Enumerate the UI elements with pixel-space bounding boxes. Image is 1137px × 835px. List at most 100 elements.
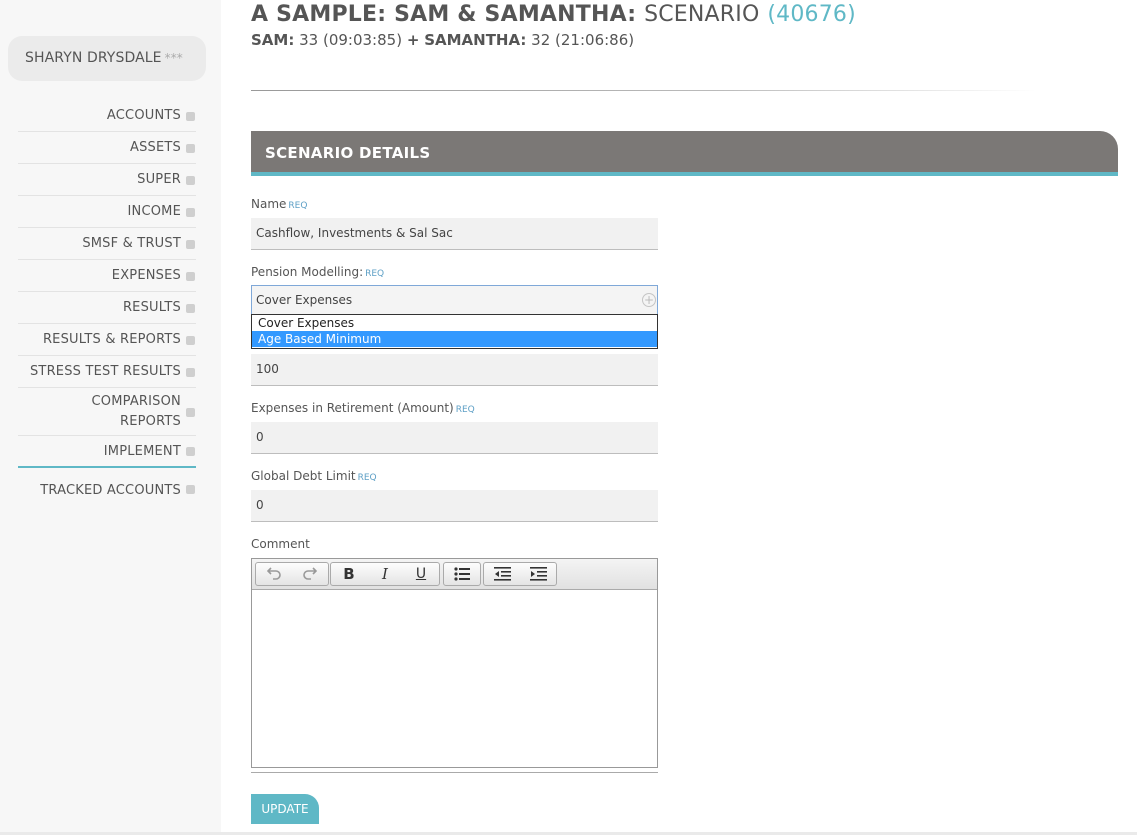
name-label: Name REQ — [251, 197, 307, 211]
user-stars: *** — [164, 51, 183, 65]
indent-group — [483, 562, 557, 586]
req-tag: REQ — [365, 269, 385, 279]
indent-icon — [529, 567, 547, 581]
header-divider — [251, 90, 1036, 91]
section-header: SCENARIO DETAILS — [251, 131, 1118, 176]
sidebar-item-results-reports[interactable]: RESULTS & REPORTS — [18, 324, 196, 356]
outdent-icon — [493, 567, 511, 581]
sidebar-item-label: TRACKED ACCOUNTS — [40, 483, 181, 498]
section-title: SCENARIO DETAILS — [265, 144, 431, 162]
name-input[interactable]: Cashflow, Investments & Sal Sac — [251, 218, 658, 250]
sidebar-item-label: IMPLEMENT — [103, 444, 181, 459]
req-tag: REQ — [288, 201, 308, 211]
pension-select-value: Cover Expenses — [256, 293, 353, 307]
undo-button[interactable] — [256, 563, 292, 585]
sidebar-item-tracked-accounts[interactable]: TRACKED ACCOUNTS — [18, 474, 196, 504]
pension-label: Pension Modelling: REQ — [251, 265, 384, 279]
scenario-id: (40676) — [767, 2, 856, 27]
person2-info: 32 (21:06:86) — [531, 31, 635, 49]
sidebar-item-label-line1: COMPARISON — [91, 394, 181, 409]
sidebar-item-results[interactable]: RESULTS — [18, 292, 196, 324]
page-title: A SAMPLE: SAM & SAMANTHA: SCENARIO (4067… — [251, 2, 856, 27]
sidebar-nav: ACCOUNTS ASSETS SUPER INCOME SMSF & TRUS… — [18, 100, 196, 504]
redo-button[interactable] — [292, 563, 328, 585]
italic-button[interactable]: I — [367, 563, 403, 585]
pension-option-age-based-minimum[interactable]: Age Based Minimum — [252, 331, 657, 347]
bullet-list-icon — [454, 567, 470, 581]
expenses-label: Expenses in Retirement (Amount) REQ — [251, 401, 475, 415]
sidebar-item-super[interactable]: SUPER — [18, 164, 196, 196]
person1-name: SAM: — [251, 31, 295, 49]
sidebar-item-stress-test-results[interactable]: STRESS TEST RESULTS — [18, 356, 196, 388]
pension-select[interactable]: Cover Expenses + — [251, 285, 658, 315]
sidebar-item-smsf-trust[interactable]: SMSF & TRUST — [18, 228, 196, 260]
debt-label-text: Global Debt Limit — [251, 469, 356, 483]
percentage-input[interactable]: 100 — [251, 354, 658, 386]
scenario-word: SCENARIO — [644, 2, 760, 27]
bullet-icon — [186, 111, 195, 121]
bullet-icon — [186, 407, 195, 417]
debt-label: Global Debt Limit REQ — [251, 469, 377, 483]
underline-icon: U — [415, 566, 427, 582]
bullet-icon — [186, 335, 195, 345]
bold-icon: B — [343, 565, 355, 583]
undo-icon — [266, 567, 281, 580]
sidebar-item-label: SUPER — [137, 172, 181, 187]
plus-circle-icon: + — [642, 293, 656, 307]
bullet-icon — [186, 303, 195, 313]
sidebar-item-label: RESULTS — [122, 300, 181, 315]
format-group: B I U — [330, 562, 440, 586]
sidebar-item-label: ASSETS — [129, 140, 181, 155]
editor-toolbar: B I U — [252, 559, 657, 590]
bullet-list-button[interactable] — [444, 563, 480, 585]
redo-icon — [303, 567, 318, 580]
person1-info: 33 (09:03:85) — [299, 31, 403, 49]
editor-divider — [251, 772, 658, 773]
req-tag: REQ — [357, 473, 377, 483]
sidebar-item-assets[interactable]: ASSETS — [18, 132, 196, 164]
req-tag: REQ — [455, 405, 475, 415]
bullet-icon — [186, 207, 195, 217]
sidebar-item-label: RESULTS & REPORTS — [42, 332, 181, 347]
indent-button[interactable] — [520, 563, 556, 585]
bullet-icon — [186, 367, 195, 377]
bullet-icon — [186, 271, 195, 281]
pension-dropdown-list: Cover Expenses Age Based Minimum — [251, 314, 658, 349]
sidebar-item-label: STRESS TEST RESULTS — [29, 364, 181, 379]
pension-label-text: Pension Modelling: — [251, 265, 364, 279]
sidebar-item-label: INCOME — [127, 204, 181, 219]
sidebar-item-expenses[interactable]: EXPENSES — [18, 260, 196, 292]
undo-redo-group — [255, 562, 329, 586]
bullet-icon — [186, 175, 195, 185]
italic-icon: I — [382, 565, 388, 583]
pension-option-cover-expenses[interactable]: Cover Expenses — [252, 315, 657, 331]
page-subtitle: SAM: 33 (09:03:85) + SAMANTHA: 32 (21:06… — [251, 31, 634, 49]
debt-input[interactable]: 0 — [251, 490, 658, 522]
client-name: A SAMPLE: SAM & SAMANTHA: — [251, 2, 637, 27]
expenses-input[interactable]: 0 — [251, 422, 658, 454]
bullet-icon — [186, 485, 195, 494]
underline-button[interactable]: U — [403, 563, 439, 585]
comment-textarea[interactable] — [252, 590, 657, 766]
comment-editor: B I U — [251, 558, 658, 768]
list-group — [443, 562, 481, 586]
sidebar-item-comparison-reports[interactable]: COMPARISON REPORTS — [18, 388, 196, 436]
plus-sign: + — [406, 31, 420, 49]
sidebar-item-label: EXPENSES — [111, 268, 181, 283]
user-menu[interactable]: SHARYN DRYSDALE *** — [8, 36, 206, 81]
sidebar: SHARYN DRYSDALE *** ACCOUNTS ASSETS SUPER… — [0, 0, 221, 835]
bold-button[interactable]: B — [331, 563, 367, 585]
bullet-icon — [186, 447, 195, 456]
bullet-icon — [186, 239, 195, 249]
update-button[interactable]: UPDATE — [251, 794, 319, 824]
sidebar-item-label: ACCOUNTS — [106, 108, 181, 123]
comment-label: Comment — [251, 537, 310, 551]
user-name: SHARYN DRYSDALE — [25, 50, 162, 66]
sidebar-item-label: SMSF & TRUST — [82, 236, 181, 251]
sidebar-item-income[interactable]: INCOME — [18, 196, 196, 228]
outdent-button[interactable] — [484, 563, 520, 585]
bullet-icon — [186, 143, 195, 153]
expenses-label-text: Expenses in Retirement (Amount) — [251, 401, 454, 415]
sidebar-item-implement[interactable]: IMPLEMENT — [18, 436, 196, 468]
sidebar-item-accounts[interactable]: ACCOUNTS — [18, 100, 196, 132]
